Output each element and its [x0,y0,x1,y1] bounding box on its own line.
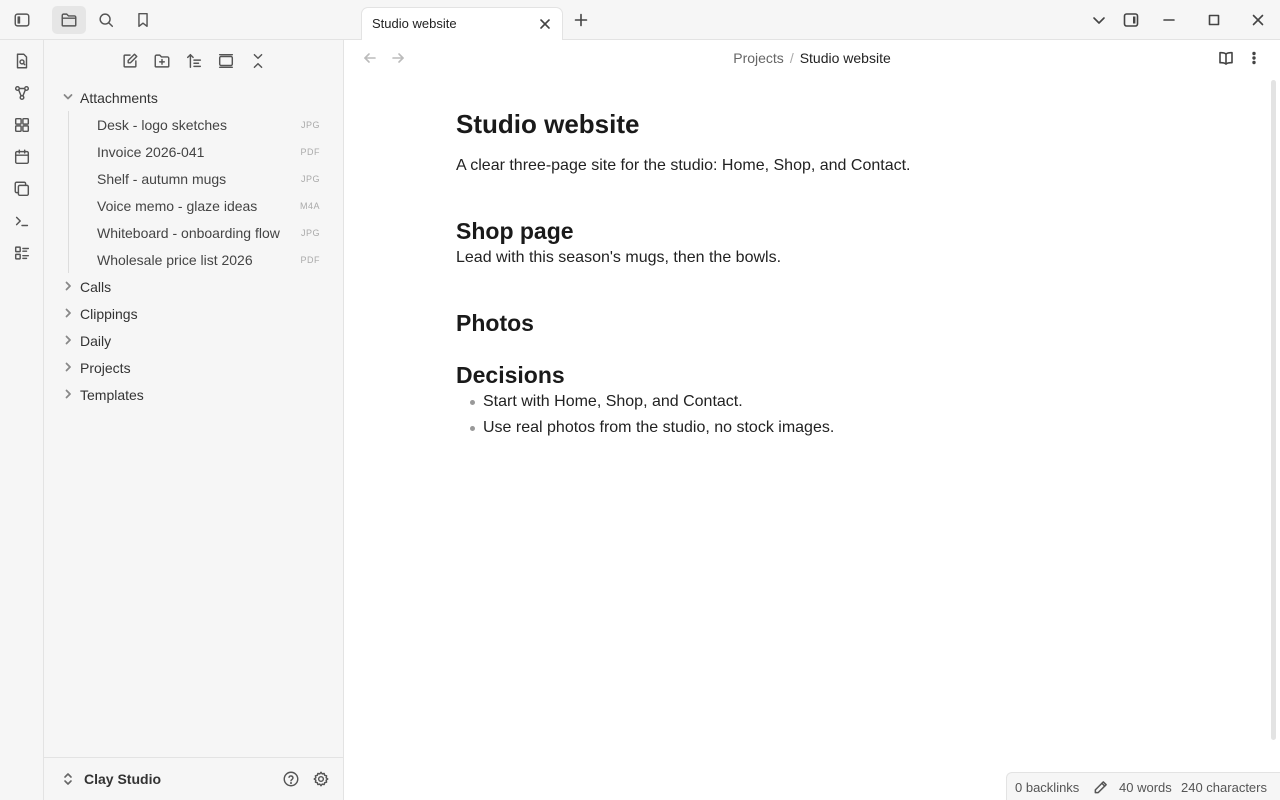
new-note-icon[interactable] [118,49,142,73]
breadcrumb-current[interactable]: Studio website [800,50,891,66]
folder-name: Clippings [80,306,138,322]
chevron-right-icon [60,359,76,375]
scrollbar[interactable] [1271,80,1276,740]
chevron-right-icon [60,386,76,402]
command-palette-icon[interactable] [10,209,34,233]
file-extension-badge: JPG [300,228,320,238]
search-icon[interactable] [89,6,123,34]
bases-list-icon[interactable] [10,241,34,265]
auto-reveal-icon[interactable] [214,49,238,73]
file-title: Voice memo - glaze ideas [97,198,258,214]
chevron-right-icon [60,332,76,348]
open-quick-switcher-icon[interactable] [10,49,34,73]
file-item[interactable]: Voice memo - glaze ideas M4A [68,192,344,219]
chevron-right-icon [60,305,76,321]
heading-shop-page: Shop page [456,218,574,244]
more-options-icon[interactable] [1244,48,1264,68]
folder-daily[interactable]: Daily [44,327,344,354]
shop-page-body: Lead with this season's mugs, then the b… [456,249,782,266]
file-explorer-sidebar: Attachments Desk - logo sketches JPG Inv… [44,40,344,800]
vault-name: Clay Studio [84,771,162,787]
file-item[interactable]: Wholesale price list 2026 PDF [68,246,344,273]
folder-name: Templates [80,387,144,403]
file-title: Invoice 2026-041 [97,144,205,160]
bullet-dot [470,400,475,405]
right-sidebar-toggle-icon[interactable] [1120,9,1142,31]
folder-projects[interactable]: Projects [44,354,344,381]
file-title: Desk - logo sketches [97,117,227,133]
file-title: Whiteboard - onboarding flow [97,225,280,241]
folder-clippings[interactable]: Clippings [44,300,344,327]
file-extension-badge: PDF [300,147,320,157]
new-folder-icon[interactable] [150,49,174,73]
folder-attachments[interactable]: Attachments [44,84,344,111]
calendar-icon[interactable] [10,145,34,169]
heading-decisions: Decisions [456,362,565,388]
help-icon[interactable] [280,768,302,790]
character-count: 240 characters [1181,780,1267,795]
edit-mode-pencil-icon[interactable] [1091,778,1109,796]
folder-templates[interactable]: Templates [44,381,344,408]
bookmark-icon[interactable] [126,6,160,34]
list-item: Start with Home, Shop, and Contact. [483,393,743,410]
chevron-up-down-icon [60,770,76,788]
view-header: Projects / Studio website [344,40,1280,76]
tab-bar: Studio website [344,0,1280,41]
sort-order-icon[interactable] [182,49,206,73]
status-bar: 0 backlinks 40 words 240 characters [1006,772,1280,800]
tab-label: Studio website [372,16,457,31]
breadcrumb-parent[interactable]: Projects [733,50,784,66]
heading-photos: Photos [456,310,534,336]
breadcrumb: Projects / Studio website [344,50,1280,66]
backlinks-count[interactable]: 0 backlinks [1015,780,1079,795]
file-item[interactable]: Whiteboard - onboarding flow JPG [68,219,344,246]
chevron-right-icon [60,278,76,294]
note-title: Studio website [456,109,640,139]
window-close-icon[interactable] [1247,9,1269,31]
folder-name: Attachments [80,90,158,106]
file-item[interactable]: Invoice 2026-041 PDF [68,138,344,165]
list-item: Use real photos from the studio, no stoc… [483,419,835,436]
maximize-icon[interactable] [1203,9,1225,31]
settings-gear-icon[interactable] [310,768,332,790]
tab-list-chevron-down-icon[interactable] [1088,9,1110,31]
canvas-icon[interactable] [10,113,34,137]
files-tab-folder-icon[interactable] [52,6,86,34]
new-tab-plus-icon[interactable] [570,9,592,31]
tab-studio-website[interactable]: Studio website [361,7,563,41]
folder-name: Calls [80,279,112,295]
file-explorer-actions [44,49,344,73]
close-icon[interactable] [536,15,554,33]
bullet-dot [470,426,475,431]
note-intro: A clear three-page site for the studio: … [456,157,911,174]
file-extension-badge: JPG [300,174,320,184]
file-extension-badge: PDF [300,255,320,265]
breadcrumb-separator: / [789,50,794,66]
vault-switcher[interactable]: Clay Studio [44,757,344,800]
left-top-bar [0,0,344,40]
ribbon [0,40,44,800]
file-title: Wholesale price list 2026 [97,252,253,268]
minimize-icon[interactable] [1158,9,1180,31]
editor-pane: Projects / Studio website Studio website A… [344,40,1280,800]
folder-name: Daily [80,333,112,349]
chevron-down-icon [60,89,76,105]
collapse-all-icon[interactable] [246,49,270,73]
file-item[interactable]: Shelf - autumn mugs JPG [68,165,344,192]
reading-view-book-icon[interactable] [1216,48,1236,68]
folder-calls[interactable]: Calls [44,273,344,300]
folder-name: Projects [80,360,131,376]
file-extension-badge: M4A [299,201,320,211]
word-count: 40 words [1119,780,1172,795]
file-extension-badge: JPG [300,120,320,130]
file-item[interactable]: Desk - logo sketches JPG [68,111,344,138]
sidebar-toggle-icon[interactable] [5,6,39,34]
graph-view-icon[interactable] [10,81,34,105]
file-title: Shelf - autumn mugs [97,171,227,187]
templates-copy-icon[interactable] [10,177,34,201]
